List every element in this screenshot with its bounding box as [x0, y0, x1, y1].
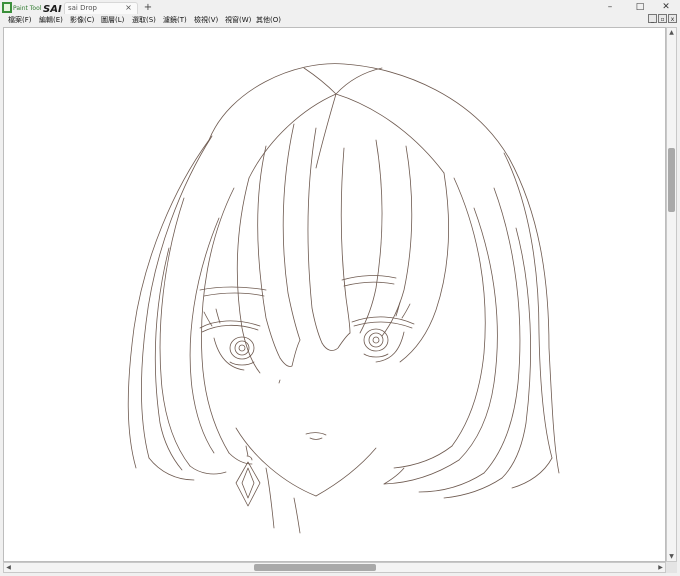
document-tab-label: sai Drop	[68, 4, 97, 12]
menu-select[interactable]: 選取(S)	[132, 14, 156, 26]
close-icon[interactable]: ×	[124, 3, 133, 12]
scrollbar-corner	[666, 562, 677, 573]
menu-view[interactable]: 檢視(V)	[194, 14, 218, 26]
scroll-right-icon[interactable]: ▶	[656, 563, 665, 572]
horizontal-scroll-thumb[interactable]	[254, 564, 376, 571]
scroll-down-icon[interactable]: ▼	[667, 552, 676, 561]
minimize-button[interactable]: –	[596, 0, 624, 14]
close-window-button[interactable]: ✕	[652, 0, 680, 14]
menu-edit[interactable]: 編輯(E)	[39, 14, 63, 26]
scroll-up-icon[interactable]: ▲	[667, 28, 676, 37]
svg-text:Paint Tool: Paint Tool	[13, 5, 42, 12]
menu-layer[interactable]: 圖層(L)	[101, 14, 124, 26]
scroll-left-icon[interactable]: ◀	[4, 563, 13, 572]
menu-other[interactable]: 其他(O)	[256, 14, 281, 26]
horizontal-scrollbar[interactable]: ◀ ▶	[3, 562, 666, 573]
menu-filter[interactable]: 濾鏡(T)	[163, 14, 187, 26]
drawing-canvas[interactable]	[3, 27, 666, 562]
vertical-scrollbar[interactable]: ▲ ▼	[666, 27, 677, 562]
vertical-scroll-thumb[interactable]	[668, 148, 675, 212]
mdi-minimize-button[interactable]: _	[648, 14, 657, 23]
maximize-button[interactable]: □	[626, 0, 654, 14]
menu-image[interactable]: 影像(C)	[70, 14, 94, 26]
line-art-drawing	[127, 63, 560, 534]
menu-window[interactable]: 視窗(W)	[225, 14, 251, 26]
mdi-close-button[interactable]: x	[668, 14, 677, 23]
paint-tool-sai-logo: Paint Tool SAI	[2, 2, 62, 15]
title-bar: Paint Tool SAI sai Drop × + – □ ✕	[0, 0, 680, 15]
menu-file[interactable]: 檔案(F)	[8, 14, 32, 26]
mdi-restore-button[interactable]: ▫	[658, 14, 667, 23]
new-tab-button[interactable]: +	[143, 2, 153, 14]
menu-bar: 檔案(F) 編輯(E) 影像(C) 圖層(L) 選取(S) 濾鏡(T) 檢視(V…	[0, 14, 680, 26]
